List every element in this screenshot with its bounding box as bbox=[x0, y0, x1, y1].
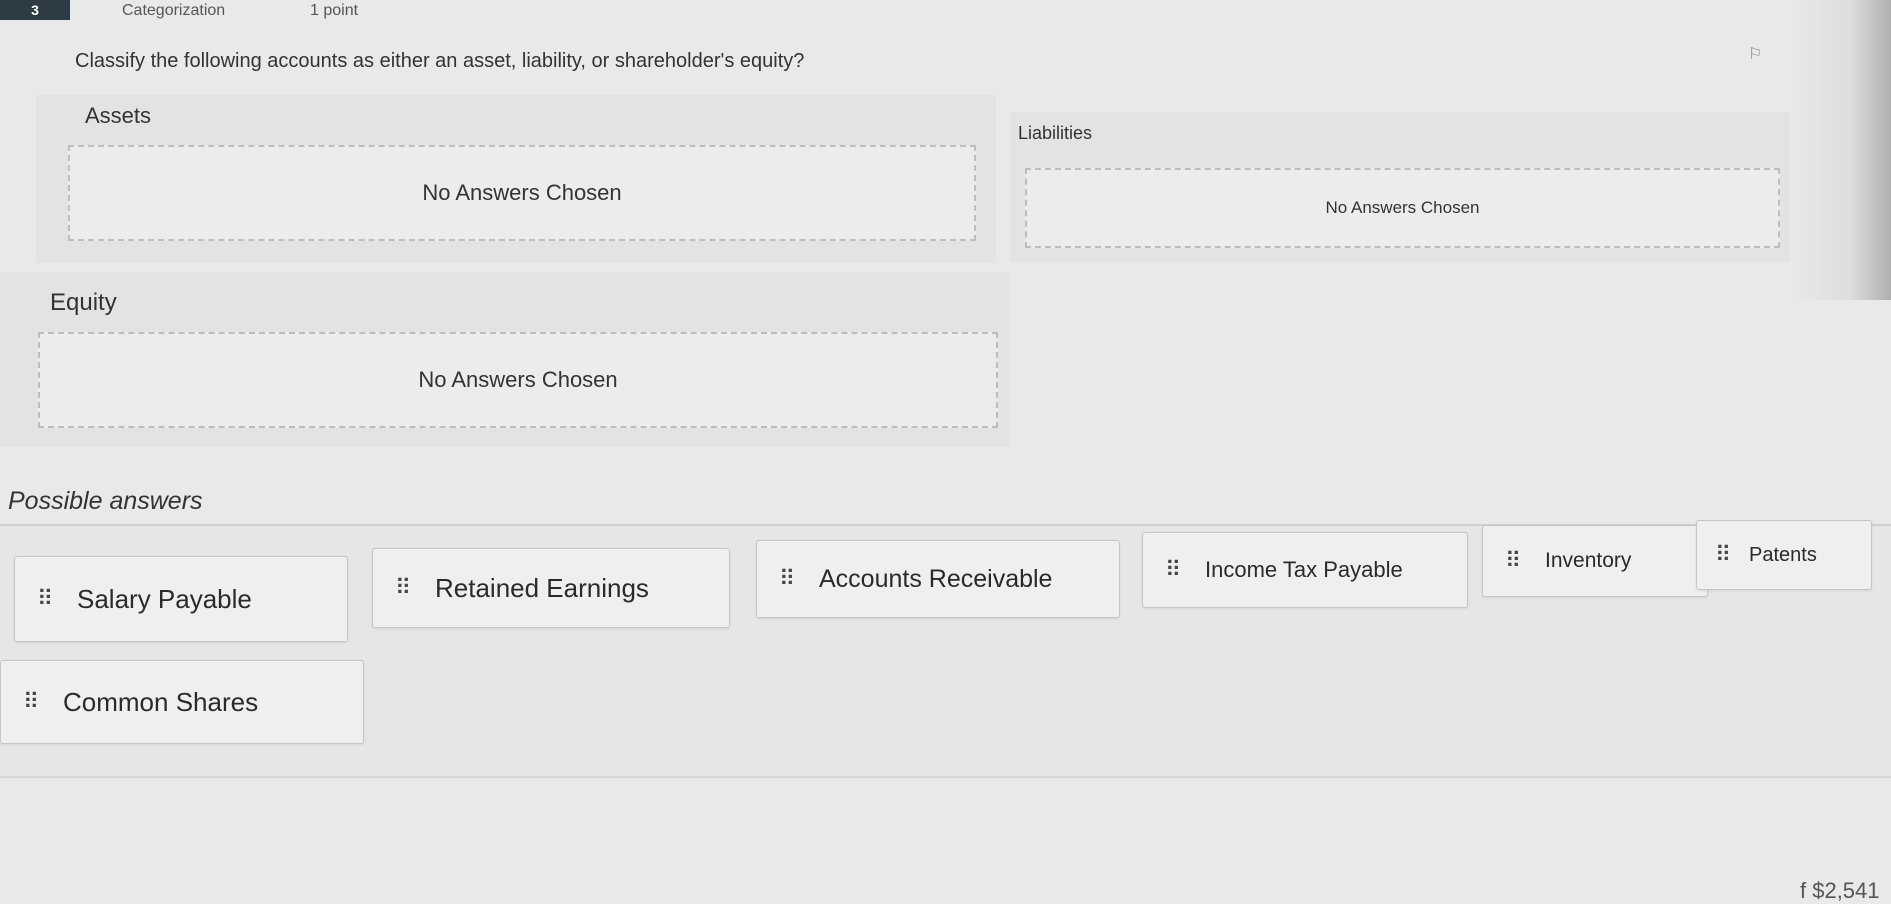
question-type: Categorization bbox=[122, 2, 226, 19]
answer-chip-common-shares[interactable]: ⠿ Common Shares bbox=[0, 660, 364, 744]
drag-handle-icon[interactable]: ⠿ bbox=[1165, 559, 1181, 581]
answer-label: Salary Payable bbox=[77, 583, 252, 614]
screen-edge-shadow bbox=[1790, 0, 1891, 300]
corner-text: f $2,541 bbox=[1800, 878, 1880, 903]
category-label-liabilities: Liabilities bbox=[1018, 123, 1093, 143]
drag-handle-icon[interactable]: ⠿ bbox=[23, 691, 39, 713]
drop-zone-liabilities[interactable]: No Answers Chosen bbox=[1025, 168, 1780, 248]
flag-icon[interactable]: ⚐ bbox=[1748, 44, 1762, 64]
answer-chip-accounts-receivable[interactable]: ⠿ Accounts Receivable bbox=[756, 540, 1120, 618]
drag-handle-icon[interactable]: ⠿ bbox=[1505, 550, 1521, 572]
divider bbox=[0, 776, 1891, 778]
possible-answers-title: Possible answers bbox=[8, 487, 203, 515]
answer-label: Inventory bbox=[1545, 549, 1632, 572]
answer-label: Income Tax Payable bbox=[1205, 557, 1403, 582]
answer-chip-salary-payable[interactable]: ⠿ Salary Payable bbox=[14, 556, 348, 642]
answer-chip-inventory[interactable]: ⠿ Inventory bbox=[1482, 525, 1708, 597]
drop-zone-equity[interactable]: No Answers Chosen bbox=[38, 332, 998, 428]
drag-handle-icon[interactable]: ⠿ bbox=[37, 588, 53, 610]
answer-label: Accounts Receivable bbox=[819, 564, 1053, 593]
drag-handle-icon[interactable]: ⠿ bbox=[779, 568, 795, 590]
answer-chip-patents[interactable]: ⠿ Patents bbox=[1696, 520, 1872, 590]
question-prompt: Classify the following accounts as eithe… bbox=[75, 50, 805, 72]
question-points: 1 point bbox=[310, 2, 359, 19]
drag-handle-icon[interactable]: ⠿ bbox=[395, 577, 411, 599]
answer-label: Common Shares bbox=[63, 686, 259, 717]
answer-chip-retained-earnings[interactable]: ⠿ Retained Earnings bbox=[372, 548, 730, 628]
category-label-equity: Equity bbox=[50, 289, 117, 316]
drag-handle-icon[interactable]: ⠿ bbox=[1715, 544, 1731, 566]
answer-label: Patents bbox=[1749, 543, 1817, 566]
answer-chip-income-tax-payable[interactable]: ⠿ Income Tax Payable bbox=[1142, 532, 1468, 608]
drop-zone-assets[interactable]: No Answers Chosen bbox=[68, 145, 976, 241]
category-label-assets: Assets bbox=[85, 103, 152, 128]
answer-label: Retained Earnings bbox=[435, 572, 649, 603]
question-number: 3 bbox=[0, 0, 70, 20]
